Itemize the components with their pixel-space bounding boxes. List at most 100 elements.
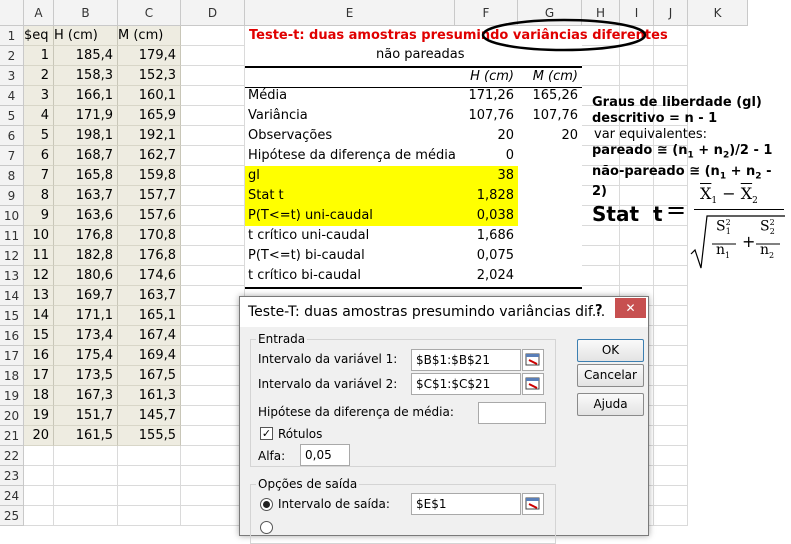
grid-cell[interactable]	[181, 146, 245, 166]
result-label[interactable]: Hipótese da diferença de média	[245, 146, 455, 166]
m-value-cell[interactable]: 155,5	[118, 426, 181, 446]
grid-cell[interactable]	[181, 46, 245, 66]
m-value-cell[interactable]: 160,1	[118, 86, 181, 106]
column-header-e[interactable]: E	[245, 0, 455, 26]
result-h-value[interactable]: 1,686	[455, 226, 518, 246]
seq-cell[interactable]: 3	[24, 86, 54, 106]
h-value-cell[interactable]: 161,5	[54, 426, 118, 446]
grid-cell[interactable]	[24, 506, 54, 526]
row-header-5[interactable]: 5	[0, 106, 24, 126]
help-button[interactable]: Ajuda	[577, 393, 644, 416]
row-header-22[interactable]: 22	[0, 446, 24, 466]
result-label[interactable]: t crítico uni-caudal	[245, 226, 455, 246]
header-h[interactable]: H (cm)	[54, 26, 118, 46]
m-value-cell[interactable]: 179,4	[118, 46, 181, 66]
grid-cell[interactable]	[181, 306, 245, 326]
row-header-11[interactable]: 11	[0, 226, 24, 246]
seq-cell[interactable]: 5	[24, 126, 54, 146]
result-m-value[interactable]	[518, 206, 582, 226]
grid-cell[interactable]	[181, 426, 245, 446]
seq-cell[interactable]: 18	[24, 386, 54, 406]
h-value-cell[interactable]: 171,9	[54, 106, 118, 126]
grid-cell[interactable]	[654, 326, 688, 346]
row-header-23[interactable]: 23	[0, 466, 24, 486]
grid-cell[interactable]	[24, 486, 54, 506]
grid-cell[interactable]	[181, 206, 245, 226]
result-h-value[interactable]: 2,024	[455, 266, 518, 286]
result-label[interactable]: P(T<=t) uni-caudal	[245, 206, 455, 226]
m-value-cell[interactable]: 176,8	[118, 246, 181, 266]
seq-cell[interactable]: 11	[24, 246, 54, 266]
result-label[interactable]: Stat t	[245, 186, 455, 206]
grid-cell[interactable]	[54, 446, 118, 466]
m-value-cell[interactable]: 159,8	[118, 166, 181, 186]
header-m[interactable]: M (cm)	[118, 26, 181, 46]
grid-cell[interactable]	[654, 306, 688, 326]
grid-cell[interactable]	[54, 506, 118, 526]
seq-cell[interactable]: 17	[24, 366, 54, 386]
column-header-b[interactable]: B	[54, 0, 118, 26]
grid-cell[interactable]	[118, 506, 181, 526]
result-m-value[interactable]: 107,76	[518, 106, 582, 126]
grid-cell[interactable]	[181, 346, 245, 366]
result-h-value[interactable]: 20	[455, 126, 518, 146]
row-header-3[interactable]: 3	[0, 66, 24, 86]
row-header-16[interactable]: 16	[0, 326, 24, 346]
ok-button[interactable]: OK	[577, 339, 644, 362]
grid-cell[interactable]	[654, 346, 688, 366]
m-value-cell[interactable]: 167,4	[118, 326, 181, 346]
result-label[interactable]: Variância	[245, 106, 455, 126]
seq-cell[interactable]: 8	[24, 186, 54, 206]
var1-ref-collapse-icon[interactable]	[522, 349, 544, 371]
seq-cell[interactable]: 7	[24, 166, 54, 186]
h-value-cell[interactable]: 168,7	[54, 146, 118, 166]
grid-cell[interactable]	[181, 386, 245, 406]
h-value-cell[interactable]: 185,4	[54, 46, 118, 66]
result-m-value[interactable]	[518, 146, 582, 166]
row-header-21[interactable]: 21	[0, 426, 24, 446]
grid-cell[interactable]	[181, 486, 245, 506]
row-header-20[interactable]: 20	[0, 406, 24, 426]
seq-cell[interactable]: 10	[24, 226, 54, 246]
grid-cell[interactable]	[181, 126, 245, 146]
row-header-19[interactable]: 19	[0, 386, 24, 406]
seq-cell[interactable]: 1	[24, 46, 54, 66]
h-value-cell[interactable]: 173,5	[54, 366, 118, 386]
grid-cell[interactable]	[181, 466, 245, 486]
h-value-cell[interactable]: 165,8	[54, 166, 118, 186]
seq-cell[interactable]: 15	[24, 326, 54, 346]
grid-cell[interactable]	[654, 386, 688, 406]
result-label[interactable]: Média	[245, 86, 455, 106]
result-h-value[interactable]: 1,828	[455, 186, 518, 206]
grid-cell[interactable]	[181, 406, 245, 426]
h-value-cell[interactable]: 167,3	[54, 386, 118, 406]
m-value-cell[interactable]: 152,3	[118, 66, 181, 86]
var2-ref-collapse-icon[interactable]	[522, 373, 544, 395]
header-seq[interactable]: $eq	[24, 26, 54, 46]
m-value-cell[interactable]: 167,5	[118, 366, 181, 386]
row-header-17[interactable]: 17	[0, 346, 24, 366]
m-value-cell[interactable]: 163,7	[118, 286, 181, 306]
seq-cell[interactable]: 12	[24, 266, 54, 286]
dialog-help-icon[interactable]: ?	[595, 303, 603, 318]
grid-cell[interactable]	[620, 66, 654, 86]
m-value-cell[interactable]: 169,4	[118, 346, 181, 366]
grid-cell[interactable]	[654, 446, 688, 466]
result-m-value[interactable]	[518, 246, 582, 266]
row-header-10[interactable]: 10	[0, 206, 24, 226]
m-value-cell[interactable]: 174,6	[118, 266, 181, 286]
grid-cell[interactable]	[181, 446, 245, 466]
grid-cell[interactable]	[654, 286, 688, 306]
result-label[interactable]: t crítico bi-caudal	[245, 266, 455, 286]
grid-cell[interactable]	[181, 26, 245, 46]
row-header-24[interactable]: 24	[0, 486, 24, 506]
m-value-cell[interactable]: 145,7	[118, 406, 181, 426]
result-m-value[interactable]	[518, 166, 582, 186]
row-header-18[interactable]: 18	[0, 366, 24, 386]
h-value-cell[interactable]: 198,1	[54, 126, 118, 146]
h-value-cell[interactable]: 163,6	[54, 206, 118, 226]
row-header-13[interactable]: 13	[0, 266, 24, 286]
row-header-6[interactable]: 6	[0, 126, 24, 146]
seq-cell[interactable]: 16	[24, 346, 54, 366]
select-all-corner[interactable]	[0, 0, 24, 26]
